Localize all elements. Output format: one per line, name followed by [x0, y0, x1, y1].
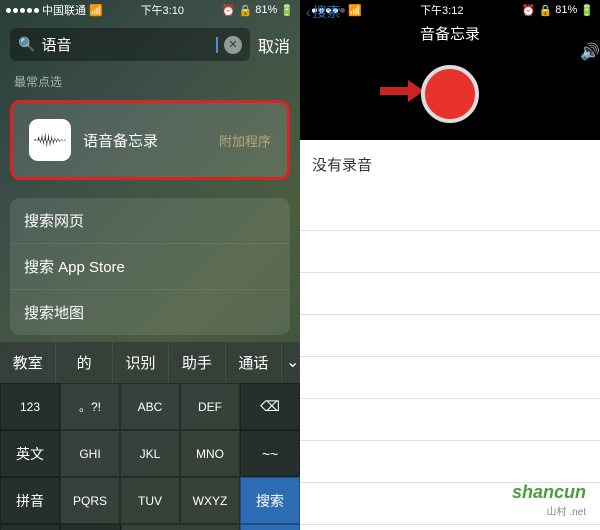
text-cursor — [216, 37, 218, 53]
carrier-label: 中国联通 — [42, 2, 86, 18]
suggestion[interactable]: 教室 — [0, 342, 56, 383]
key-search-2[interactable] — [240, 524, 300, 530]
app-title: 音备忘录 — [300, 20, 600, 44]
status-bar-right: ‹ 搜索 📶 下午3:12 ⏰ 🔒 81% 🔋 — [300, 0, 600, 20]
rotation-lock-icon: 🔒 — [239, 4, 253, 17]
list-item — [300, 357, 600, 399]
battery-icon: 🔋 — [580, 4, 594, 17]
key-pqrs[interactable]: PQRS — [60, 477, 120, 524]
chevron-down-icon[interactable]: ⌄ — [282, 342, 300, 383]
key-punct[interactable]: 。?! — [60, 383, 120, 430]
battery-label: 81% — [555, 4, 577, 16]
time-label: 下午3:10 — [141, 2, 184, 18]
key-english[interactable]: 英文 — [0, 430, 60, 477]
suggestion[interactable]: 识别 — [113, 342, 169, 383]
key-tuv[interactable]: TUV — [120, 477, 180, 524]
record-button[interactable] — [421, 65, 479, 123]
list-item — [300, 315, 600, 357]
list-item — [300, 231, 600, 273]
voice-memos-header: 音备忘录 🔊 — [300, 20, 600, 140]
status-bar-left: 中国联通 📶 下午3:10 ⏰ 🔒 81% 🔋 — [0, 0, 300, 20]
search-web[interactable]: 搜索网页 — [10, 198, 290, 244]
search-result-voice-memos[interactable]: 语音备忘录 附加程序 — [10, 100, 290, 180]
recording-list — [300, 189, 600, 525]
suggestion[interactable]: 助手 — [169, 342, 225, 383]
time-label: 下午3:12 — [420, 2, 463, 18]
search-input[interactable]: 🔍 语音 ✕ — [10, 28, 250, 61]
suggestion[interactable]: 通话 — [226, 342, 282, 383]
key-pinyin[interactable]: 拼音 — [0, 477, 60, 524]
key-space[interactable]: 空格 — [121, 524, 240, 530]
list-item — [300, 399, 600, 441]
key-mno[interactable]: MNO — [180, 430, 240, 477]
wifi-icon: 📶 — [89, 4, 103, 17]
signal-dots-icon — [6, 8, 39, 13]
key-ghi[interactable]: GHI — [60, 430, 120, 477]
clear-icon[interactable]: ✕ — [224, 36, 242, 54]
search-icon: 🔍 — [18, 36, 35, 53]
key-abc[interactable]: ABC — [120, 383, 180, 430]
key-def[interactable]: DEF — [180, 383, 240, 430]
list-item — [300, 273, 600, 315]
watermark: shancun山村 .net — [512, 482, 586, 518]
list-item — [300, 189, 600, 231]
key-wxyz[interactable]: WXYZ — [180, 477, 240, 524]
battery-label: 81% — [255, 4, 277, 16]
wifi-icon: 📶 — [348, 4, 362, 17]
empty-state-label: 没有录音 — [300, 140, 600, 189]
search-query: 语音 — [41, 34, 209, 55]
search-appstore[interactable]: 搜索 App Store — [10, 244, 290, 290]
list-item — [300, 441, 600, 483]
battery-icon: 🔋 — [280, 4, 294, 17]
key-search[interactable]: 搜索 — [240, 477, 300, 524]
search-maps[interactable]: 搜索地图 — [10, 290, 290, 335]
result-name: 语音备忘录 — [83, 130, 207, 151]
rotation-lock-icon: 🔒 — [539, 4, 553, 17]
search-bar: 🔍 语音 ✕ 取消 — [0, 20, 300, 69]
alarm-icon: ⏰ — [222, 4, 236, 17]
key-backspace[interactable]: ⌫ — [240, 383, 300, 430]
key-confirm[interactable]: ~~ — [240, 430, 300, 477]
key-select-pinyin[interactable]: 选拼音 — [60, 524, 120, 530]
section-label: 最常点选 — [0, 69, 300, 94]
key-jkl[interactable]: JKL — [120, 430, 180, 477]
result-action: 附加程序 — [219, 131, 271, 150]
voice-memos-icon — [29, 119, 71, 161]
search-options: 搜索网页 搜索 App Store 搜索地图 — [10, 198, 290, 335]
speaker-icon[interactable]: 🔊 — [580, 42, 600, 62]
suggestion-bar: 教室 的 识别 助手 通话 ⌄ — [0, 341, 300, 383]
key-globe-icon[interactable]: 🌐 — [0, 524, 60, 530]
key-123[interactable]: 123 — [0, 383, 60, 430]
suggestion[interactable]: 的 — [56, 342, 112, 383]
keyboard: 123 。?! ABC DEF ⌫ 英文 GHI JKL MNO ~~ 拼音 P… — [0, 383, 300, 530]
back-button[interactable]: ‹ 搜索 — [306, 2, 341, 22]
alarm-icon: ⏰ — [522, 4, 536, 17]
cancel-button[interactable]: 取消 — [258, 33, 290, 57]
